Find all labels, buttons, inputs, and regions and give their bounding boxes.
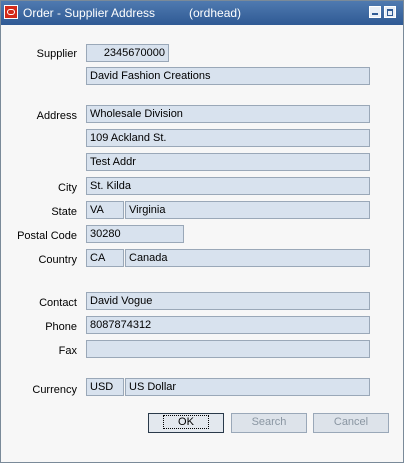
cancel-button[interactable]: Cancel [313, 413, 389, 433]
state-code-field[interactable]: VA [86, 201, 124, 219]
country-label: Country [38, 254, 77, 266]
fax-field[interactable] [86, 340, 370, 358]
supplier-label: Supplier [36, 48, 77, 60]
address-label: Address [36, 110, 77, 122]
supplier-id-field[interactable]: 2345670000 [86, 44, 169, 62]
phone-field[interactable]: 8087874312 [86, 316, 370, 334]
address-line2-field[interactable]: 109 Ackland St. [86, 129, 370, 147]
minimize-icon[interactable] [369, 6, 381, 18]
currency-name-field[interactable]: US Dollar [125, 378, 370, 396]
cancel-button-label: Cancel [333, 416, 369, 428]
country-code-field[interactable]: CA [86, 249, 124, 267]
currency-code-field[interactable]: USD [86, 378, 124, 396]
address-line1-field[interactable]: Wholesale Division [86, 105, 370, 123]
search-button[interactable]: Search [231, 413, 307, 433]
window-subtitle: (ordhead) [189, 6, 242, 20]
ok-button-label: OK [163, 415, 209, 429]
supplier-address-window: Order - Supplier Address (ordhead) Suppl… [0, 0, 404, 463]
city-label: City [58, 182, 77, 194]
currency-label: Currency [32, 384, 77, 396]
contact-label: Contact [39, 297, 77, 309]
ok-button[interactable]: OK [148, 413, 224, 433]
title-bar[interactable]: Order - Supplier Address (ordhead) [1, 1, 403, 25]
state-label: State [51, 206, 77, 218]
phone-label: Phone [45, 321, 77, 333]
city-field[interactable]: St. Kilda [86, 177, 370, 195]
state-name-field[interactable]: Virginia [125, 201, 370, 219]
postal-code-label: Postal Code [17, 230, 77, 242]
address-line3-field[interactable]: Test Addr [86, 153, 370, 171]
postal-code-field[interactable]: 30280 [86, 225, 184, 243]
search-button-label: Search [251, 416, 287, 428]
oracle-logo-icon [4, 5, 18, 19]
fax-label: Fax [58, 345, 77, 357]
country-name-field[interactable]: Canada [125, 249, 370, 267]
window-title: Order - Supplier Address [23, 6, 156, 20]
contact-field[interactable]: David Vogue [86, 292, 370, 310]
maximize-icon[interactable] [384, 6, 396, 18]
form-content: Supplier 2345670000 David Fashion Creati… [2, 25, 402, 462]
supplier-name-field[interactable]: David Fashion Creations [86, 67, 370, 85]
